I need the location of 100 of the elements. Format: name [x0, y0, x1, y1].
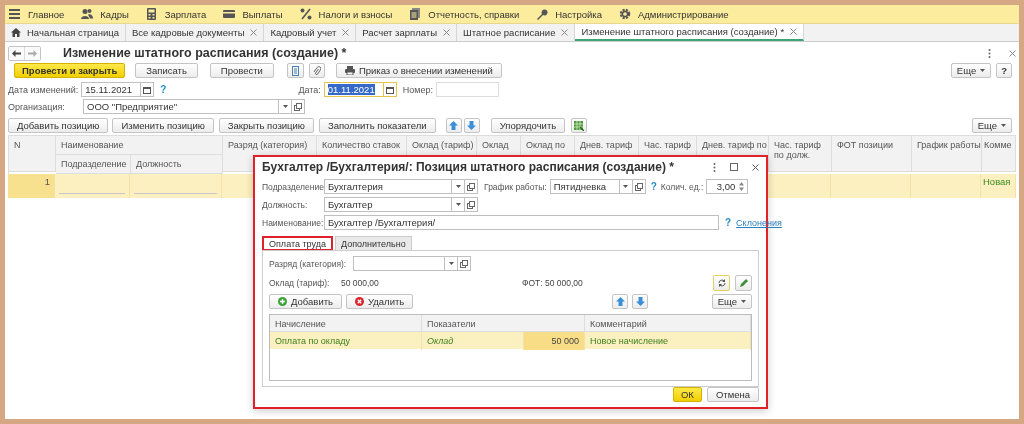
more-button[interactable]: Еще	[711, 294, 752, 309]
field-label: Организация:	[8, 101, 66, 112]
caret-icon	[980, 69, 986, 72]
field-label: Оклад (тариф):	[269, 278, 331, 288]
back-button[interactable]	[9, 46, 24, 60]
calendar-button[interactable]	[141, 82, 155, 97]
date-field[interactable]: 15.11.2021	[81, 82, 142, 97]
department-field[interactable]: Бухгалтерия	[324, 179, 452, 194]
table-row[interactable]: Оплата по окладу Оклад 50 000 Новое начисление	[270, 332, 751, 349]
tab[interactable]: Изменение штатного расписания (создание) *	[575, 24, 805, 41]
table-action-button[interactable]: Изменить позицию	[112, 118, 214, 133]
more-button[interactable]: Еще	[950, 63, 992, 78]
delete-button[interactable]: Удалить	[346, 294, 414, 309]
menu-item[interactable]: Настройка	[536, 8, 602, 20]
paperclip-icon	[312, 65, 321, 76]
tab[interactable]: Кадровый учет	[264, 24, 357, 41]
close-icon[interactable]	[752, 163, 759, 171]
dropdown-button[interactable]	[452, 179, 465, 194]
menu-item[interactable]: Главное	[9, 8, 65, 20]
help-button[interactable]: ?	[996, 63, 1012, 78]
number-field[interactable]	[436, 82, 500, 97]
schedule-field[interactable]: Пятидневка	[549, 179, 620, 194]
position-field[interactable]: Бухгалтер	[324, 197, 452, 212]
caret-icon	[455, 185, 461, 188]
refresh-button[interactable]	[713, 275, 730, 291]
quantity-field[interactable]: 3,00	[706, 179, 749, 194]
print-order-button[interactable]: Приказ о внесении изменений	[335, 63, 502, 78]
ok-button[interactable]: ОК	[672, 387, 702, 402]
back-arrow-icon	[12, 49, 21, 57]
menu-item[interactable]: Выплаты	[223, 8, 283, 20]
dropdown-button[interactable]	[452, 197, 465, 212]
tab[interactable]: Все кадровые документы	[125, 24, 265, 41]
grade-field[interactable]	[353, 256, 445, 271]
more-button[interactable]: Еще	[971, 118, 1012, 133]
organization-field[interactable]: ООО "Предприятие"	[83, 99, 279, 114]
add-icon	[278, 297, 287, 306]
close-icon[interactable]	[561, 29, 569, 36]
open-form-icon	[634, 182, 643, 191]
close-icon[interactable]	[1009, 49, 1016, 57]
open-button[interactable]	[465, 197, 478, 212]
menu-icon	[9, 8, 21, 20]
menu-item[interactable]: Налоги и взносы	[299, 8, 393, 20]
field-label: Дата изменений:	[8, 84, 79, 95]
down-arrow-icon	[635, 297, 645, 306]
help-mark[interactable]: ?	[725, 217, 732, 228]
add-button[interactable]: Добавить	[269, 294, 342, 309]
open-button[interactable]	[292, 99, 305, 114]
field-label: Наименование:	[262, 217, 324, 228]
field-label: Разряд (категория):	[269, 258, 348, 269]
menu-item[interactable]: Кадры	[81, 8, 129, 20]
open-button[interactable]	[465, 179, 478, 194]
move-down-button[interactable]	[632, 294, 649, 309]
table-action-button[interactable]: Заполнить показатели	[318, 118, 436, 133]
close-icon[interactable]	[790, 28, 798, 35]
more-options-icon[interactable]	[713, 162, 716, 172]
maximize-icon[interactable]	[730, 163, 738, 171]
move-up-button[interactable]	[612, 294, 629, 309]
column-header: Подразделение	[56, 155, 131, 174]
calendar-icon	[143, 85, 152, 94]
tab[interactable]: Расчет зарплаты	[356, 24, 457, 41]
close-icon[interactable]	[443, 29, 450, 36]
caret-icon	[448, 262, 454, 265]
up-arrow-icon	[615, 297, 625, 306]
menu-item[interactable]: Зарплата	[145, 8, 207, 20]
move-down-button[interactable]	[463, 118, 480, 133]
column-header: Должность	[131, 155, 223, 174]
close-icon[interactable]	[250, 29, 258, 36]
field-label: Номер:	[402, 84, 434, 95]
table-action-button[interactable]: Закрыть позицию	[218, 118, 314, 133]
move-up-button[interactable]	[445, 118, 462, 133]
calculator-icon	[145, 8, 158, 20]
list-button[interactable]	[286, 63, 304, 78]
date-field[interactable]: 01.11.2021	[323, 82, 384, 97]
table-action-button[interactable]: Добавить позицию	[8, 118, 109, 133]
save-button[interactable]: Записать	[135, 63, 198, 78]
dropdown-button[interactable]	[279, 99, 292, 114]
home-icon	[11, 28, 21, 37]
sort-button[interactable]: Упорядочить	[490, 118, 566, 133]
dropdown-button[interactable]	[445, 256, 458, 271]
close-icon[interactable]	[342, 29, 350, 36]
tab[interactable]: Начальная страница	[5, 24, 126, 41]
edit-button[interactable]	[735, 275, 752, 291]
name-field[interactable]: Бухгалтер /Бухгалтерия/	[324, 215, 719, 230]
post-and-close-button[interactable]: Провести и закрыть	[14, 63, 126, 78]
post-button[interactable]: Провести	[209, 63, 274, 78]
more-options-icon[interactable]	[988, 48, 991, 58]
open-form-icon	[467, 182, 475, 191]
attach-button[interactable]	[308, 63, 325, 78]
column-header: Показатели	[422, 315, 585, 332]
help-mark[interactable]: ?	[160, 84, 167, 95]
help-mark[interactable]: ?	[650, 181, 657, 192]
pencil-icon	[739, 278, 748, 288]
menu-item[interactable]: Отчетность, справки	[409, 8, 520, 20]
menu-item[interactable]: Администрирование	[619, 8, 729, 20]
field-label: Дата:	[298, 84, 321, 95]
export-button[interactable]	[571, 118, 588, 133]
field-label: Должность:	[262, 199, 309, 210]
cancel-button[interactable]: Отмена	[706, 387, 759, 402]
open-form-icon	[460, 259, 468, 268]
open-button[interactable]	[458, 256, 471, 271]
